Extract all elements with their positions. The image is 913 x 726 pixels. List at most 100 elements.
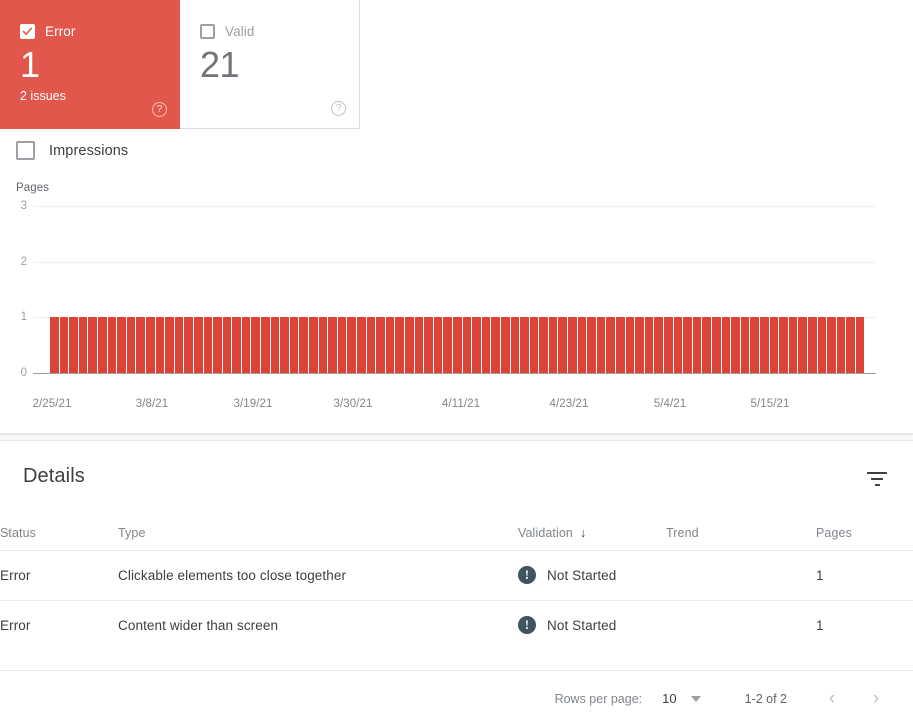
- chart-bar[interactable]: [69, 317, 79, 373]
- chart-bar[interactable]: [145, 317, 156, 373]
- chart-bar[interactable]: [270, 317, 281, 373]
- chart-bar[interactable]: [654, 317, 664, 373]
- rows-per-page-value[interactable]: 10: [662, 691, 676, 706]
- chart-bar[interactable]: [443, 317, 453, 373]
- chart-bar[interactable]: [616, 317, 626, 373]
- chart-bar[interactable]: [203, 317, 214, 373]
- chart-bar[interactable]: [347, 317, 357, 373]
- chart-bar[interactable]: [309, 317, 319, 373]
- chart-bar[interactable]: [606, 317, 617, 373]
- chart-bar[interactable]: [251, 317, 262, 373]
- chart-bar[interactable]: [184, 317, 194, 373]
- chart-bar[interactable]: [165, 317, 175, 373]
- filter-icon[interactable]: [864, 467, 890, 491]
- chart-bar[interactable]: [759, 317, 770, 373]
- chart-bar[interactable]: [78, 317, 89, 373]
- chart-bar[interactable]: [702, 317, 712, 373]
- chart-bar[interactable]: [587, 317, 597, 373]
- chart-bar[interactable]: [625, 317, 636, 373]
- chart-bar[interactable]: [491, 317, 501, 373]
- chart-bar[interactable]: [846, 317, 856, 373]
- chart-bar[interactable]: [232, 317, 242, 373]
- help-icon[interactable]: ?: [152, 102, 167, 117]
- previous-page-button[interactable]: ‹: [813, 680, 851, 718]
- chart-bar[interactable]: [711, 317, 722, 373]
- chart-bar[interactable]: [779, 317, 789, 373]
- column-header-validation[interactable]: Validation ↓: [518, 516, 666, 550]
- chart-bar[interactable]: [222, 317, 233, 373]
- chart-bar[interactable]: [88, 317, 98, 373]
- chart-bar[interactable]: [740, 317, 751, 373]
- chart-bar[interactable]: [357, 317, 367, 373]
- chart-bar[interactable]: [289, 317, 300, 373]
- chart-bar[interactable]: [385, 317, 396, 373]
- chart-bar[interactable]: [59, 317, 70, 373]
- impressions-checkbox[interactable]: [16, 141, 35, 160]
- chart-bar[interactable]: [510, 317, 521, 373]
- chart-bar[interactable]: [520, 317, 530, 373]
- chart-bar[interactable]: [500, 317, 511, 373]
- chevron-down-icon[interactable]: [690, 695, 701, 702]
- chart-bar[interactable]: [452, 317, 463, 373]
- chart-bar[interactable]: [855, 317, 865, 373]
- chart-bar[interactable]: [548, 317, 559, 373]
- chart-bar[interactable]: [664, 317, 674, 373]
- chart-bar[interactable]: [817, 317, 828, 373]
- chart-bar[interactable]: [596, 317, 607, 373]
- column-header-pages[interactable]: Pages: [816, 516, 913, 550]
- column-header-status[interactable]: Status: [0, 516, 118, 550]
- table-row[interactable]: Error Clickable elements too close togeth…: [0, 550, 913, 600]
- chart-bar[interactable]: [472, 317, 482, 373]
- chart-bar[interactable]: [280, 317, 290, 373]
- chart-bar[interactable]: [644, 317, 655, 373]
- chart-bar[interactable]: [261, 317, 271, 373]
- error-checkbox[interactable]: [20, 23, 35, 39]
- chart-bar[interactable]: [126, 317, 137, 373]
- chart-bar[interactable]: [635, 317, 645, 373]
- chart-bar[interactable]: [366, 317, 377, 373]
- chart-bar[interactable]: [241, 317, 252, 373]
- chart-bar[interactable]: [299, 317, 310, 373]
- chart-bar[interactable]: [337, 317, 348, 373]
- next-page-button[interactable]: ›: [857, 680, 895, 718]
- chart-bar[interactable]: [424, 317, 434, 373]
- chart-bar[interactable]: [136, 317, 146, 373]
- help-icon[interactable]: ?: [331, 101, 346, 116]
- chart-bar[interactable]: [807, 317, 818, 373]
- chart-bar[interactable]: [798, 317, 808, 373]
- chart-bar[interactable]: [50, 317, 60, 373]
- chart-bar[interactable]: [568, 317, 578, 373]
- chart-bar[interactable]: [328, 317, 338, 373]
- chart-bar[interactable]: [731, 317, 741, 373]
- chart-bar[interactable]: [529, 317, 540, 373]
- chart-bar[interactable]: [174, 317, 185, 373]
- chart-bar[interactable]: [683, 317, 693, 373]
- chart-bar[interactable]: [404, 317, 415, 373]
- chart-bar[interactable]: [155, 317, 166, 373]
- table-row[interactable]: Error Content wider than screen! Not Start…: [0, 600, 913, 650]
- chart-bar[interactable]: [213, 317, 223, 373]
- chart-bar[interactable]: [827, 317, 837, 373]
- chart-bar[interactable]: [433, 317, 444, 373]
- chart-bar[interactable]: [769, 317, 780, 373]
- chart-bar[interactable]: [673, 317, 684, 373]
- chart-bar[interactable]: [721, 317, 732, 373]
- chart-bar[interactable]: [577, 317, 588, 373]
- chart-bar[interactable]: [481, 317, 492, 373]
- chart-bar[interactable]: [836, 317, 847, 373]
- chart-bar[interactable]: [107, 317, 118, 373]
- chart-bar[interactable]: [395, 317, 405, 373]
- status-tile-valid[interactable]: Valid 21 ?: [180, 0, 360, 129]
- column-header-trend[interactable]: Trend: [666, 516, 816, 550]
- chart-bar[interactable]: [97, 317, 108, 373]
- chart-bar[interactable]: [539, 317, 549, 373]
- chart-bar[interactable]: [558, 317, 569, 373]
- chart-bar[interactable]: [788, 317, 799, 373]
- chart-bar[interactable]: [117, 317, 127, 373]
- status-tile-error[interactable]: Error 1 2 issues ?: [0, 0, 180, 129]
- chart-bar[interactable]: [462, 317, 473, 373]
- chart-bar[interactable]: [692, 317, 703, 373]
- chart-bar[interactable]: [193, 317, 204, 373]
- valid-checkbox[interactable]: [200, 23, 215, 39]
- chart-bar[interactable]: [750, 317, 760, 373]
